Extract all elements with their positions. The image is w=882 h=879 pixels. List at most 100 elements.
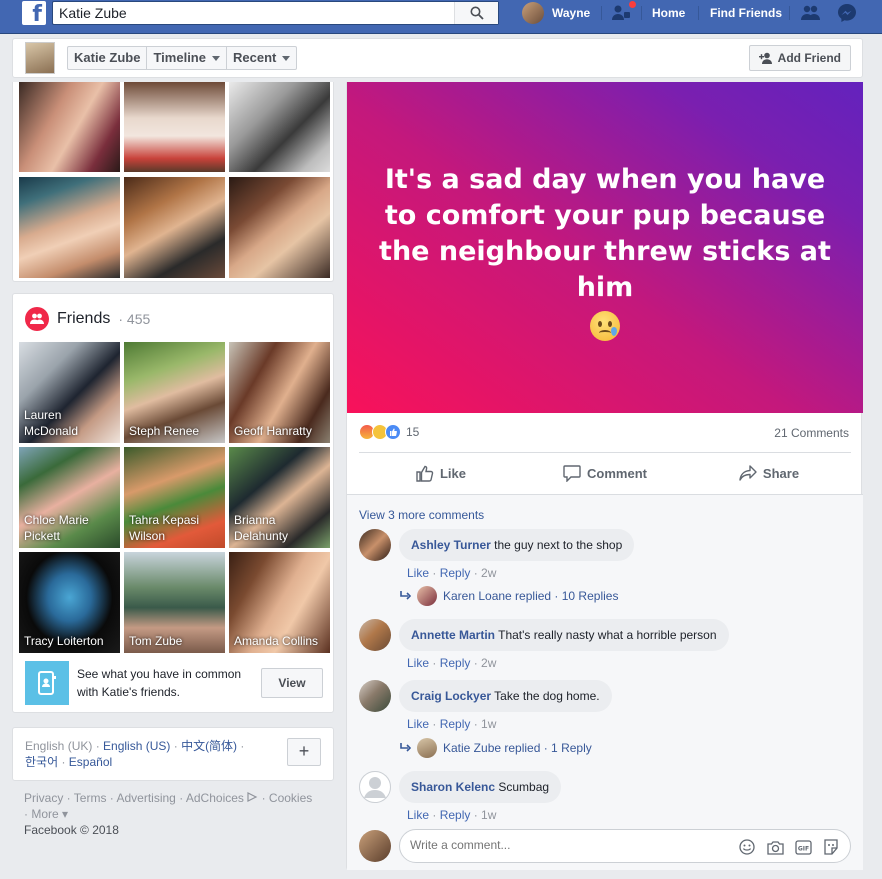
friend-name[interactable]: Chloe Marie Pickett <box>24 512 116 544</box>
friends-card: Friends · 455 Lauren McDonald Steph Renee… <box>12 293 334 713</box>
commenter-name[interactable]: Craig Lockyer <box>411 689 491 703</box>
replies-link[interactable]: Karen Loane replied · 10 Replies <box>399 586 618 606</box>
photo-thumbnail[interactable] <box>19 177 120 278</box>
friend-name[interactable]: Tom Zube <box>129 633 221 649</box>
language-link[interactable]: 中文(简体) <box>181 739 237 753</box>
photo-thumbnail[interactable] <box>229 177 330 278</box>
share-button[interactable]: Share <box>687 454 851 492</box>
friend-tile[interactable]: Lauren McDonald <box>19 342 120 443</box>
replies-text: Karen Loane replied · 10 Replies <box>443 589 619 603</box>
commenter-name[interactable]: Sharon Kelenc <box>411 780 495 794</box>
photo-thumbnail[interactable] <box>124 82 225 172</box>
friend-tile[interactable]: Brianna Delahunty <box>229 447 330 548</box>
chevron-down-icon <box>282 55 291 61</box>
current-language: English (UK) · <box>25 739 100 753</box>
nav-divider <box>698 6 699 20</box>
comment-reply-link[interactable]: Reply <box>440 808 471 822</box>
user-avatar[interactable] <box>522 2 544 24</box>
friend-tile[interactable]: Geoff Hanratty <box>229 342 330 443</box>
breadcrumb-profile-name[interactable]: Katie Zube <box>68 47 148 69</box>
comment-reply-link[interactable]: Reply <box>440 566 471 580</box>
adchoices-icon <box>247 792 258 802</box>
search-input[interactable] <box>59 4 449 22</box>
footer-link[interactable]: Privacy <box>24 791 63 805</box>
commenter-avatar[interactable] <box>359 529 391 561</box>
language-link[interactable]: English (US) <box>103 739 170 753</box>
comment-label: Comment <box>587 465 647 481</box>
like-reaction-icon <box>385 424 401 440</box>
comment-button[interactable]: Comment <box>523 454 687 492</box>
find-friends-link[interactable]: Find Friends <box>710 0 782 26</box>
commenter-avatar[interactable] <box>359 771 391 803</box>
comment-like-link[interactable]: Like <box>407 717 429 731</box>
friend-tile[interactable]: Tom Zube <box>124 552 225 653</box>
language-link[interactable]: Español <box>69 755 112 769</box>
comment-time[interactable]: 2w <box>481 566 496 580</box>
breadcrumb-recent[interactable]: Recent <box>227 47 296 69</box>
facebook-logo-icon[interactable]: f <box>22 1 46 25</box>
view-button[interactable]: View <box>261 668 323 698</box>
sticker-icon[interactable] <box>822 838 840 856</box>
search-button[interactable] <box>454 2 498 24</box>
photo-thumbnail[interactable] <box>19 82 120 172</box>
comment-time[interactable]: 1w <box>481 717 496 731</box>
friends-count: · 455 <box>118 311 151 327</box>
commenter-name[interactable]: Ashley Turner <box>411 538 491 552</box>
footer-link[interactable]: Cookies <box>269 791 312 805</box>
gif-icon[interactable]: GIF <box>794 838 812 856</box>
friends-header[interactable]: Friends · 455 <box>25 307 150 331</box>
emoji-icon[interactable] <box>738 838 756 856</box>
commenter-avatar[interactable] <box>359 619 391 651</box>
breadcrumb-label: Katie Zube <box>74 50 141 65</box>
comment-time[interactable]: 1w <box>481 808 496 822</box>
comment-time[interactable]: 2w <box>481 656 496 670</box>
footer-link[interactable]: AdChoices <box>186 791 244 805</box>
footer: Privacy · Terms · Advertising · AdChoice… <box>24 790 324 838</box>
footer-more-link[interactable]: More <box>31 807 58 821</box>
like-button[interactable]: Like <box>359 454 523 492</box>
footer-link[interactable]: Advertising <box>116 791 175 805</box>
add-friend-button[interactable]: Add Friend <box>748 45 851 71</box>
reactions-summary[interactable]: 15 <box>359 424 419 440</box>
home-link[interactable]: Home <box>652 0 685 26</box>
commenter-avatar[interactable] <box>359 680 391 712</box>
comment-reply-link[interactable]: Reply <box>440 717 471 731</box>
messenger-icon[interactable] <box>836 3 858 23</box>
comment-input[interactable] <box>410 838 710 852</box>
comments-count-link[interactable]: 21 Comments <box>774 426 849 440</box>
friend-name[interactable]: Brianna Delahunty <box>234 512 326 544</box>
phone-contacts-icon <box>25 661 69 705</box>
comment-meta: Like · Reply · 1w <box>407 808 497 822</box>
comment-like-link[interactable]: Like <box>407 566 429 580</box>
photo-thumbnail[interactable] <box>124 177 225 278</box>
comment-meta: Like · Reply · 1w <box>407 717 497 731</box>
view-more-comments-link[interactable]: View 3 more comments <box>359 508 484 522</box>
replies-link[interactable]: Katie Zube replied · 1 Reply <box>399 738 592 758</box>
profile-avatar[interactable] <box>25 42 55 74</box>
friend-name[interactable]: Geoff Hanratty <box>234 423 326 439</box>
friend-name[interactable]: Tracy Loiterton <box>24 633 116 649</box>
friend-tile[interactable]: Amanda Collins <box>229 552 330 653</box>
more-languages-button[interactable]: + <box>287 738 321 766</box>
friend-name[interactable]: Tahra Kepasi Wilson <box>129 512 221 544</box>
friend-tile[interactable]: Chloe Marie Pickett <box>19 447 120 548</box>
commenter-name[interactable]: Annette Martin <box>411 628 495 642</box>
friends-icon[interactable] <box>800 3 822 23</box>
language-link[interactable]: 한국어 <box>25 755 58 769</box>
breadcrumb-timeline[interactable]: Timeline <box>147 47 227 69</box>
friend-tile[interactable]: Tahra Kepasi Wilson <box>124 447 225 548</box>
friend-name[interactable]: Steph Renee <box>129 423 221 439</box>
photo-thumbnail[interactable] <box>229 82 330 172</box>
friend-tile[interactable]: Steph Renee <box>124 342 225 443</box>
friend-name[interactable]: Amanda Collins <box>234 633 326 649</box>
footer-link[interactable]: Terms <box>74 791 107 805</box>
camera-icon[interactable] <box>766 838 784 856</box>
comment-reply-link[interactable]: Reply <box>440 656 471 670</box>
friends-title[interactable]: Friends <box>57 310 110 328</box>
friend-name[interactable]: Lauren McDonald <box>24 407 116 439</box>
comment-like-link[interactable]: Like <box>407 656 429 670</box>
comment-bubble: Ashley Turner the guy next to the shop <box>399 529 635 561</box>
profile-link[interactable]: Wayne <box>552 0 590 26</box>
comment-like-link[interactable]: Like <box>407 808 429 822</box>
friend-tile[interactable]: Tracy Loiterton <box>19 552 120 653</box>
